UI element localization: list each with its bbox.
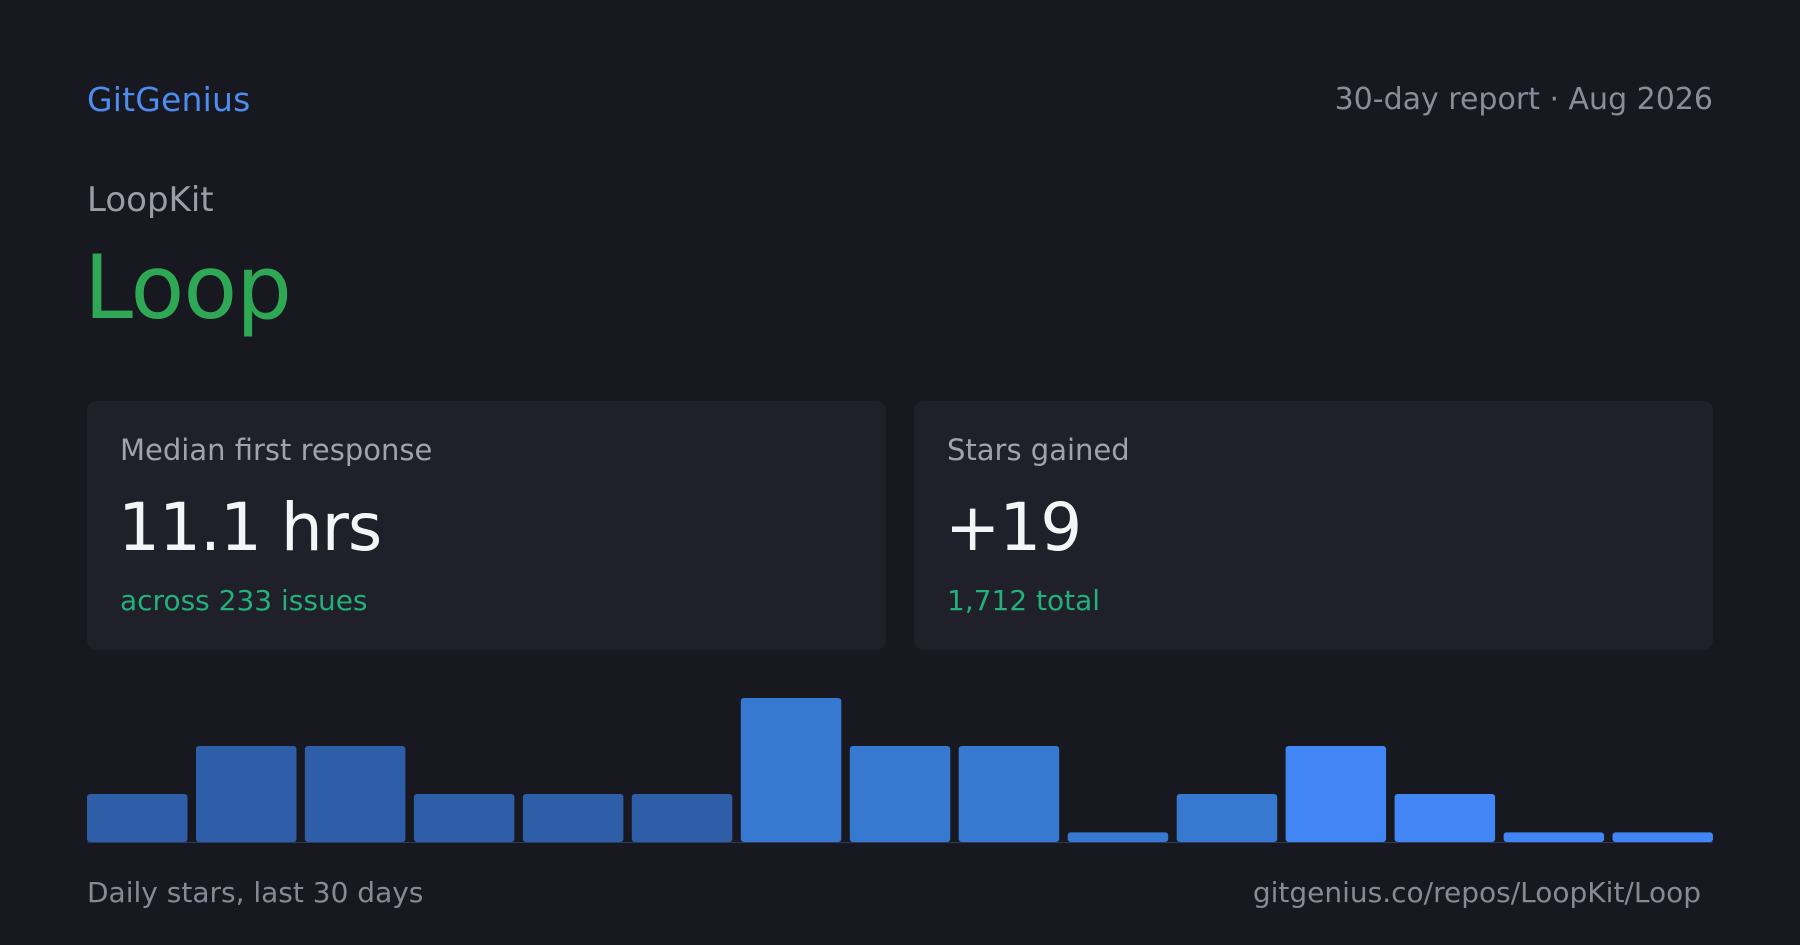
- repo-report-card: GitGenius 30-day report · Aug 2026 LoopK…: [0, 0, 1800, 945]
- daily-stars-bar: [1612, 832, 1713, 842]
- repo-name: Loop: [84, 236, 292, 339]
- stat-card-response-time: Median first response 11.1 hrs across 23…: [87, 401, 886, 650]
- daily-stars-bar: [849, 746, 951, 842]
- daily-stars-bar: [1067, 832, 1169, 842]
- daily-stars-bar: [740, 698, 842, 842]
- repo-owner: LoopKit: [87, 180, 214, 220]
- daily-stars-bar: [631, 794, 733, 842]
- report-period-label: 30-day report · Aug 2026: [1334, 82, 1713, 117]
- stat-card-label: Median first response: [120, 433, 433, 467]
- daily-stars-bars: [87, 698, 1713, 843]
- stat-card-value: 11.1 hrs: [118, 489, 382, 566]
- repo-url-link[interactable]: gitgenius.co/repos/LoopKit/Loop: [1253, 876, 1701, 909]
- daily-stars-bar: [522, 794, 624, 842]
- daily-stars-bar: [413, 794, 515, 842]
- daily-stars-bar: [87, 794, 188, 842]
- daily-stars-bar: [1394, 794, 1496, 842]
- daily-stars-bar: [958, 746, 1060, 842]
- daily-stars-bar: [196, 746, 297, 842]
- daily-stars-bar: [1176, 794, 1278, 842]
- stat-card-value: +19: [945, 489, 1082, 566]
- stat-card-subtext: 1,712 total: [947, 584, 1101, 617]
- stat-card-label: Stars gained: [947, 433, 1130, 467]
- daily-stars-bar: [1285, 746, 1387, 842]
- daily-stars-chart: [87, 688, 1713, 843]
- stat-card-stars: Stars gained +19 1,712 total: [914, 401, 1713, 650]
- daily-stars-bar: [1503, 832, 1605, 842]
- stat-card-subtext: across 233 issues: [120, 584, 368, 617]
- chart-caption: Daily stars, last 30 days: [87, 876, 424, 909]
- daily-stars-bar: [304, 746, 406, 842]
- brand-logo-text[interactable]: GitGenius: [87, 80, 251, 119]
